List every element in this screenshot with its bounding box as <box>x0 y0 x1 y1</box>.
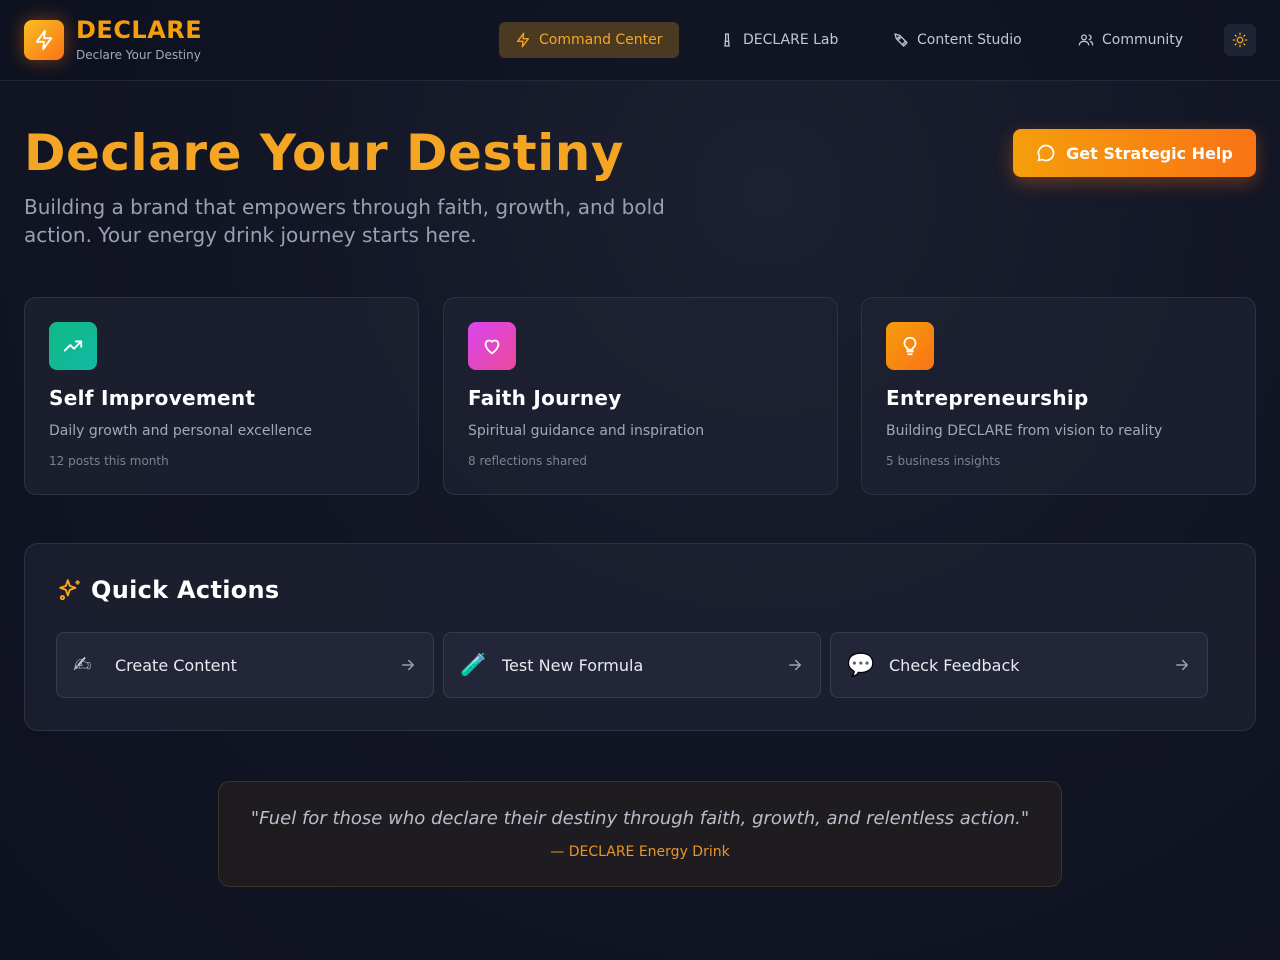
card-icon-box <box>468 322 516 370</box>
card-icon-box <box>49 322 97 370</box>
logo[interactable] <box>24 20 64 60</box>
users-icon <box>1078 34 1094 46</box>
arrow-right-icon <box>789 659 801 671</box>
card-meta: 12 posts this month <box>49 454 169 468</box>
action-label: Test New Formula <box>502 655 644 675</box>
speech-balloon-icon: 💬 <box>847 652 875 678</box>
card-description: Daily growth and personal excellence <box>49 423 313 439</box>
nav-label: Content Studio <box>917 32 1022 48</box>
sun-icon <box>1232 32 1248 48</box>
quote-text: "Fuel for those who declare their destin… <box>250 808 1030 829</box>
card-description: Spiritual guidance and inspiration <box>468 423 705 439</box>
get-strategic-help-button[interactable]: Get Strategic Help <box>1013 129 1256 177</box>
quick-actions-title: Quick Actions <box>91 576 280 604</box>
card-self-improvement[interactable]: Self Improvement Daily growth and person… <box>24 297 419 495</box>
brand-tagline: Declare Your Destiny <box>76 48 201 62</box>
chat-bubble-icon <box>1037 144 1055 162</box>
card-description: Building DECLARE from vision to reality <box>886 423 1163 439</box>
quick-actions-header: Quick Actions <box>57 576 280 604</box>
arrow-right-icon <box>1176 659 1188 671</box>
card-meta: 5 business insights <box>886 454 1001 468</box>
card-title: Entrepreneurship <box>886 386 1089 410</box>
arrow-right-icon <box>402 659 414 671</box>
theme-toggle-button[interactable] <box>1224 24 1256 56</box>
action-label: Check Feedback <box>889 655 1020 675</box>
lightning-icon <box>517 32 529 48</box>
page-subtitle: Building a brand that empowers through f… <box>24 195 665 247</box>
action-label: Create Content <box>115 655 237 675</box>
create-content-button[interactable]: ✍ Create Content <box>56 632 434 698</box>
check-feedback-button[interactable]: 💬 Check Feedback <box>830 632 1208 698</box>
lightbulb-icon <box>903 336 917 356</box>
nav-label: Community <box>1102 32 1184 48</box>
quote-author: — DECLARE Energy Drink <box>550 844 730 860</box>
trending-up-icon <box>63 340 83 352</box>
card-title: Faith Journey <box>468 386 622 410</box>
sparkles-icon <box>59 579 80 601</box>
pen-tool-icon <box>894 33 908 47</box>
card-entrepreneurship[interactable]: Entrepreneurship Building DECLARE from v… <box>861 297 1256 495</box>
writing-hand-icon: ✍ <box>73 652 92 678</box>
flask-icon <box>724 33 730 47</box>
nav-label: Command Center <box>539 32 663 48</box>
heart-icon <box>484 339 500 355</box>
card-icon-box <box>886 322 934 370</box>
test-tube-icon: 🧪 <box>460 652 488 678</box>
quote-card: "Fuel for those who declare their destin… <box>218 781 1062 887</box>
lightning-icon <box>35 29 53 51</box>
test-new-formula-button[interactable]: 🧪 Test New Formula <box>443 632 821 698</box>
nav-declare-lab[interactable]: DECLARE Lab <box>703 22 854 58</box>
cta-label: Get Strategic Help <box>1066 143 1233 163</box>
nav-label: DECLARE Lab <box>743 32 839 48</box>
quick-actions-panel: Quick Actions ✍ Create Content 🧪 Test Ne… <box>24 543 1256 731</box>
nav-content-studio[interactable]: Content Studio <box>877 22 1038 58</box>
brand-name[interactable]: DECLARE <box>76 16 202 44</box>
card-faith-journey[interactable]: Faith Journey Spiritual guidance and ins… <box>443 297 838 495</box>
top-navbar: DECLARE Declare Your Destiny Command Cen… <box>0 0 1280 81</box>
nav-community[interactable]: Community <box>1062 22 1199 58</box>
nav-command-center[interactable]: Command Center <box>499 22 679 58</box>
card-meta: 8 reflections shared <box>468 454 587 468</box>
page-title: Declare Your Destiny <box>24 124 624 182</box>
card-title: Self Improvement <box>49 386 256 410</box>
